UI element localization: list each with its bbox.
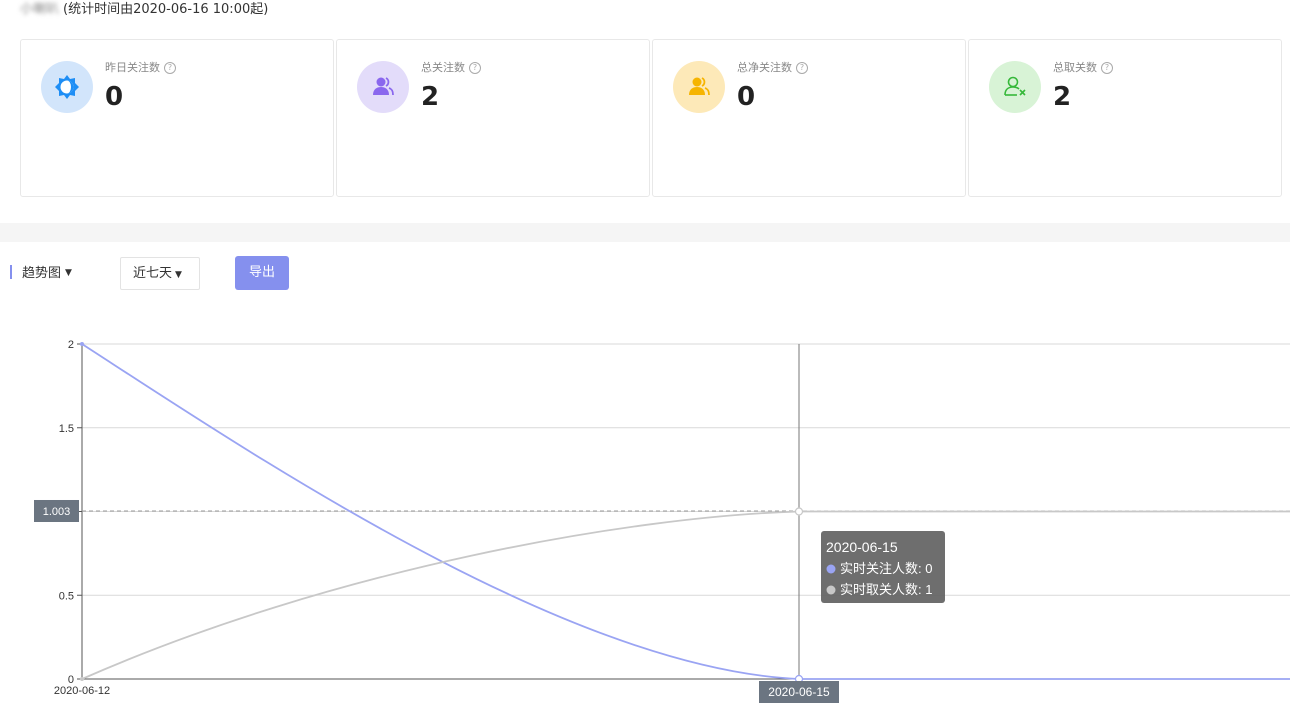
data-point [80, 677, 84, 681]
tooltip-marker [826, 585, 836, 595]
section-marker [10, 265, 12, 279]
caret-down-icon: ▼ [175, 270, 182, 280]
users-icon [673, 61, 725, 113]
y-tick-label: 1.5 [59, 423, 74, 435]
card-label: 总净关注数? [737, 60, 808, 76]
trend-chart[interactable]: 00.511.522020-06-121.0032020-06-152020-0… [0, 300, 1290, 710]
user-remove-icon [989, 61, 1041, 113]
chart-toolbar: 趋势图 ▼ 近七天 ▼ 导出 [0, 255, 1290, 291]
tooltip-row: 实时关注人数: 0 [840, 561, 932, 576]
caret-down-icon: ▼ [65, 268, 72, 278]
tooltip-title: 2020-06-15 [826, 539, 898, 555]
stat-card-net-follow: 总净关注数? 0 [652, 39, 966, 197]
crosshair-y-label: 1.003 [43, 506, 71, 518]
card-value: 2 [1053, 82, 1072, 112]
card-value: 0 [105, 82, 124, 112]
card-label: 总取关数? [1053, 60, 1113, 76]
page-header: 小喇叭 (统计时间由2020-06-16 10:00起) [20, 0, 268, 20]
trend-chart-dropdown[interactable]: 趋势图 ▼ [22, 264, 72, 283]
data-point [80, 342, 84, 346]
y-tick-label: 2 [68, 339, 74, 351]
account-name: 小喇叭 [20, 2, 60, 17]
section-divider [0, 223, 1290, 242]
data-point [794, 507, 804, 516]
stat-cards: 昨日关注数? 0 总关注数? 2 总净关注数? 0 总取关数 ? 2 [20, 39, 1283, 199]
stat-note: (统计时间由2020-06-16 10:00起) [63, 2, 269, 17]
sun-icon [41, 61, 93, 113]
users-icon [357, 61, 409, 113]
y-tick-label: 0.5 [59, 590, 74, 602]
x-tick-label: 2020-06-12 [54, 685, 110, 697]
help-icon[interactable]: ? [796, 62, 808, 74]
help-icon[interactable]: ? [164, 62, 176, 74]
card-label: 昨日关注数? [105, 60, 176, 76]
help-icon[interactable]: ? [1101, 62, 1113, 74]
tooltip-marker [826, 564, 836, 574]
help-icon[interactable]: ? [469, 62, 481, 74]
stat-card-yesterday-follow: 昨日关注数? 0 [20, 39, 334, 197]
stat-card-total-follow: 总关注数? 2 [336, 39, 650, 197]
crosshair-x-label: 2020-06-15 [768, 685, 830, 699]
tooltip-row: 实时取关人数: 1 [840, 582, 932, 597]
export-button[interactable]: 导出 [235, 256, 289, 290]
card-label: 总关注数? [421, 60, 481, 76]
card-value: 0 [737, 82, 756, 112]
stat-card-total-unfollow: 总取关数? 2 [968, 39, 1282, 197]
card-value: 2 [421, 82, 440, 112]
date-range-select[interactable]: 近七天 ▼ [120, 257, 200, 290]
